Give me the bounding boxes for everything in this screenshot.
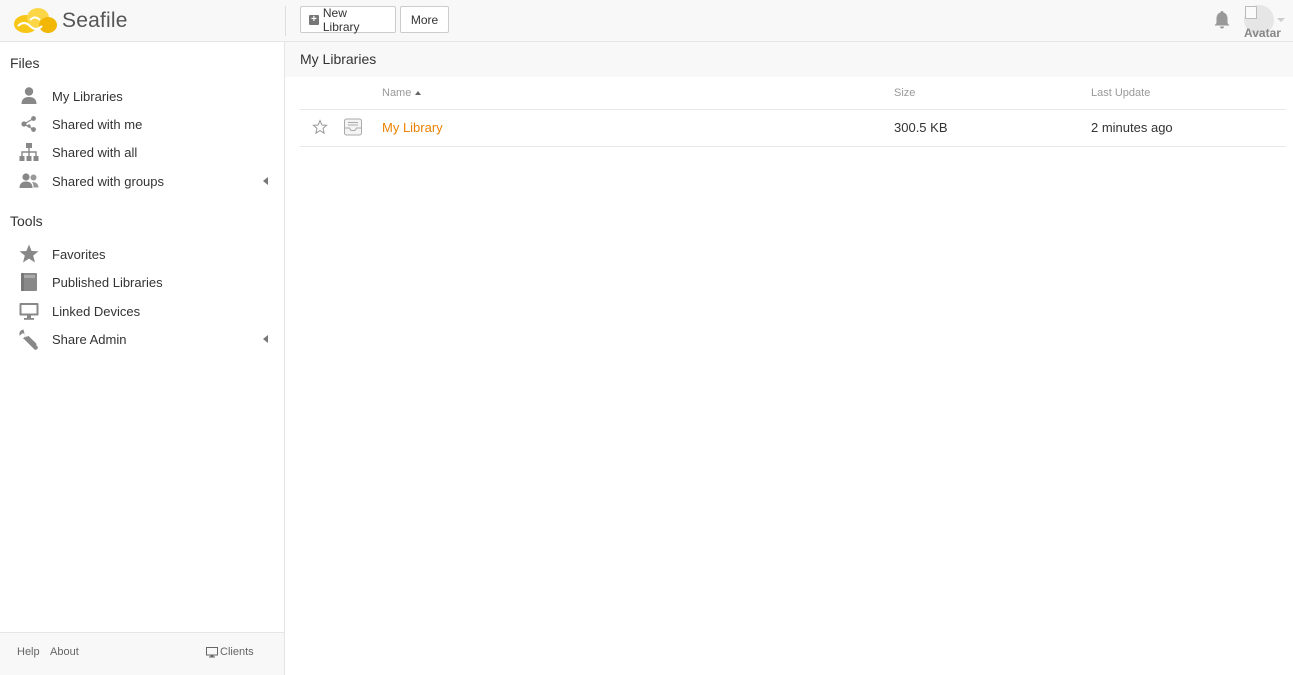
- sidebar-item-label: My Libraries: [52, 88, 123, 104]
- sidebar-item-label: Shared with me: [52, 116, 143, 132]
- library-size: 300.5 KB: [894, 120, 948, 135]
- sidebar-item-label: Linked Devices: [52, 303, 141, 319]
- book-icon: [21, 273, 37, 291]
- sidebar-item-label: Share Admin: [52, 331, 127, 347]
- top-header: Seafile + New Library More Avatar: [0, 0, 1293, 42]
- column-header-last-update: Last Update: [1091, 87, 1151, 99]
- org-chart-icon: [19, 143, 39, 161]
- sidebar-item-label: Shared with all: [52, 144, 138, 160]
- sort-ascending-icon: [415, 91, 422, 95]
- column-header-name[interactable]: Name: [382, 87, 422, 99]
- plus-icon: +: [309, 14, 319, 25]
- wrench-icon: [19, 329, 38, 350]
- user-avatar[interactable]: Avatar: [1244, 5, 1288, 40]
- clients-link[interactable]: Clients: [206, 646, 254, 658]
- tools-heading: Tools: [10, 213, 43, 229]
- new-library-button[interactable]: + New Library: [300, 5, 396, 34]
- help-link[interactable]: Help: [17, 646, 40, 658]
- table-header-divider: [300, 109, 1286, 110]
- star-icon: [19, 244, 39, 263]
- about-link[interactable]: About: [50, 646, 79, 658]
- sidebar-item-shared-with-groups[interactable]: Shared with groups: [18, 168, 272, 194]
- sidebar: Files My Libraries Shared with me Shared…: [0, 42, 285, 675]
- more-label: More: [410, 12, 439, 27]
- header-divider: [285, 6, 286, 36]
- caret-left-icon[interactable]: [263, 177, 268, 185]
- files-heading: Files: [10, 55, 40, 71]
- library-icon: [344, 118, 362, 136]
- broken-image-icon: [1245, 6, 1257, 19]
- column-header-label: Name: [382, 87, 412, 99]
- monitor-icon: [19, 303, 39, 320]
- seafile-logo[interactable]: Seafile: [12, 4, 128, 38]
- library-name-link[interactable]: My Library: [382, 120, 443, 135]
- column-header-size: Size: [894, 87, 916, 99]
- share-icon: [21, 116, 36, 132]
- sidebar-item-label: Published Libraries: [52, 274, 163, 290]
- sidebar-item-label: Shared with groups: [52, 173, 165, 189]
- cloud-logo-icon: [14, 8, 57, 33]
- caret-left-icon[interactable]: [263, 335, 268, 343]
- sidebar-item-favorites[interactable]: Favorites: [18, 241, 272, 267]
- sidebar-item-label: Favorites: [52, 246, 106, 262]
- sidebar-item-linked-devices[interactable]: Linked Devices: [18, 298, 272, 324]
- library-last-update: 2 minutes ago: [1091, 120, 1173, 135]
- user-icon: [21, 87, 37, 104]
- sidebar-item-shared-with-me[interactable]: Shared with me: [18, 111, 272, 137]
- sidebar-item-shared-with-all[interactable]: Shared with all: [18, 139, 272, 165]
- sidebar-footer: Help About Clients: [0, 632, 284, 675]
- sidebar-item-my-libraries[interactable]: My Libraries: [18, 83, 272, 109]
- star-outline-icon[interactable]: [312, 119, 328, 135]
- group-icon: [19, 173, 39, 188]
- page-title: My Libraries: [300, 51, 377, 67]
- bell-icon[interactable]: [1213, 10, 1231, 30]
- monitor-icon: [206, 646, 218, 657]
- table-row-divider: [300, 146, 1286, 147]
- more-button[interactable]: More: [400, 6, 449, 33]
- sidebar-item-published-libraries[interactable]: Published Libraries: [18, 269, 272, 295]
- chevron-down-icon: [1277, 18, 1285, 22]
- main-title-bar: My Libraries: [285, 42, 1293, 77]
- new-library-label: New Library: [322, 5, 360, 34]
- clients-label: Clients: [220, 646, 254, 658]
- sidebar-item-share-admin[interactable]: Share Admin: [18, 326, 272, 352]
- logo-text: Seafile: [62, 9, 128, 32]
- avatar-alt-text: Avatar: [1244, 26, 1281, 40]
